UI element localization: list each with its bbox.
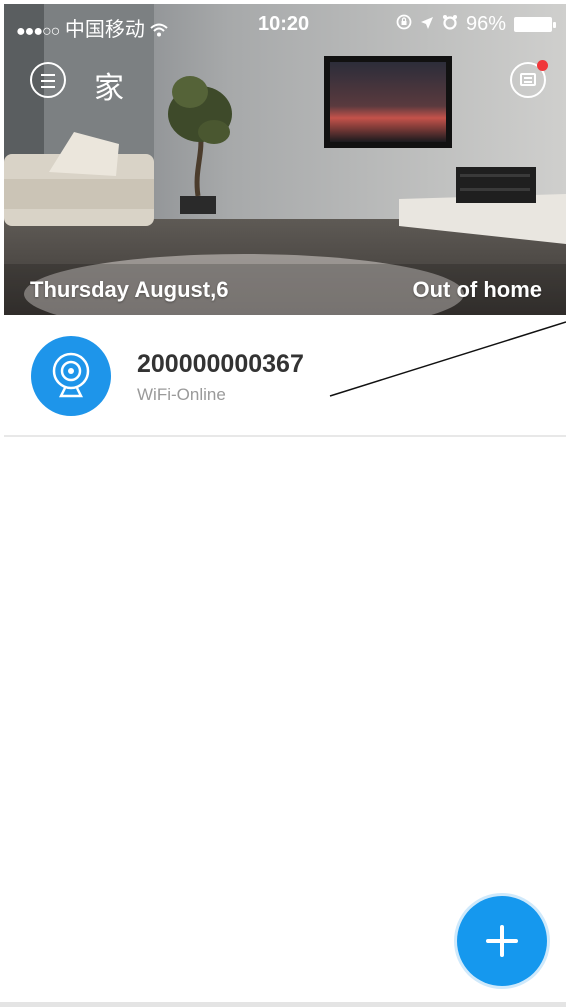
location-arrow-icon <box>420 14 434 35</box>
clock: 10:20 <box>258 13 310 35</box>
carrier-info: ●●●○○ 中国移动 <box>16 13 169 42</box>
living-room-photo <box>4 4 566 315</box>
signal-strength-icon: ●●●○○ <box>16 23 60 40</box>
device-connection-status: WiFi-Online <box>137 385 226 404</box>
rotation-lock-icon <box>396 14 412 35</box>
message-icon[interactable] <box>510 60 548 98</box>
camera-icon <box>31 336 111 416</box>
battery-percent: 96% <box>465 13 506 35</box>
status-bar: ●●●○○ 中国移动 10:20 96% <box>4 4 566 44</box>
hero-banner: ●●●○○ 中国移动 10:20 96% 家 Thursday August,6… <box>4 4 566 315</box>
bottom-divider <box>0 1002 566 1007</box>
device-id: 200000000367 <box>137 350 304 378</box>
wifi-icon <box>150 19 169 41</box>
status-indicators: 96% <box>396 13 556 36</box>
current-date: Thursday August,6 <box>30 277 229 302</box>
device-list-item[interactable]: 200000000367 WiFi-Online <box>4 315 566 437</box>
home-title: 家 <box>94 71 124 106</box>
menu-icon[interactable] <box>30 62 66 98</box>
add-device-button[interactable] <box>457 896 547 986</box>
alarm-icon <box>442 14 458 35</box>
battery-icon <box>514 17 556 32</box>
carrier-name: 中国移动 <box>64 19 145 41</box>
unread-badge <box>537 60 548 71</box>
home-mode-status[interactable]: Out of home <box>412 277 542 303</box>
